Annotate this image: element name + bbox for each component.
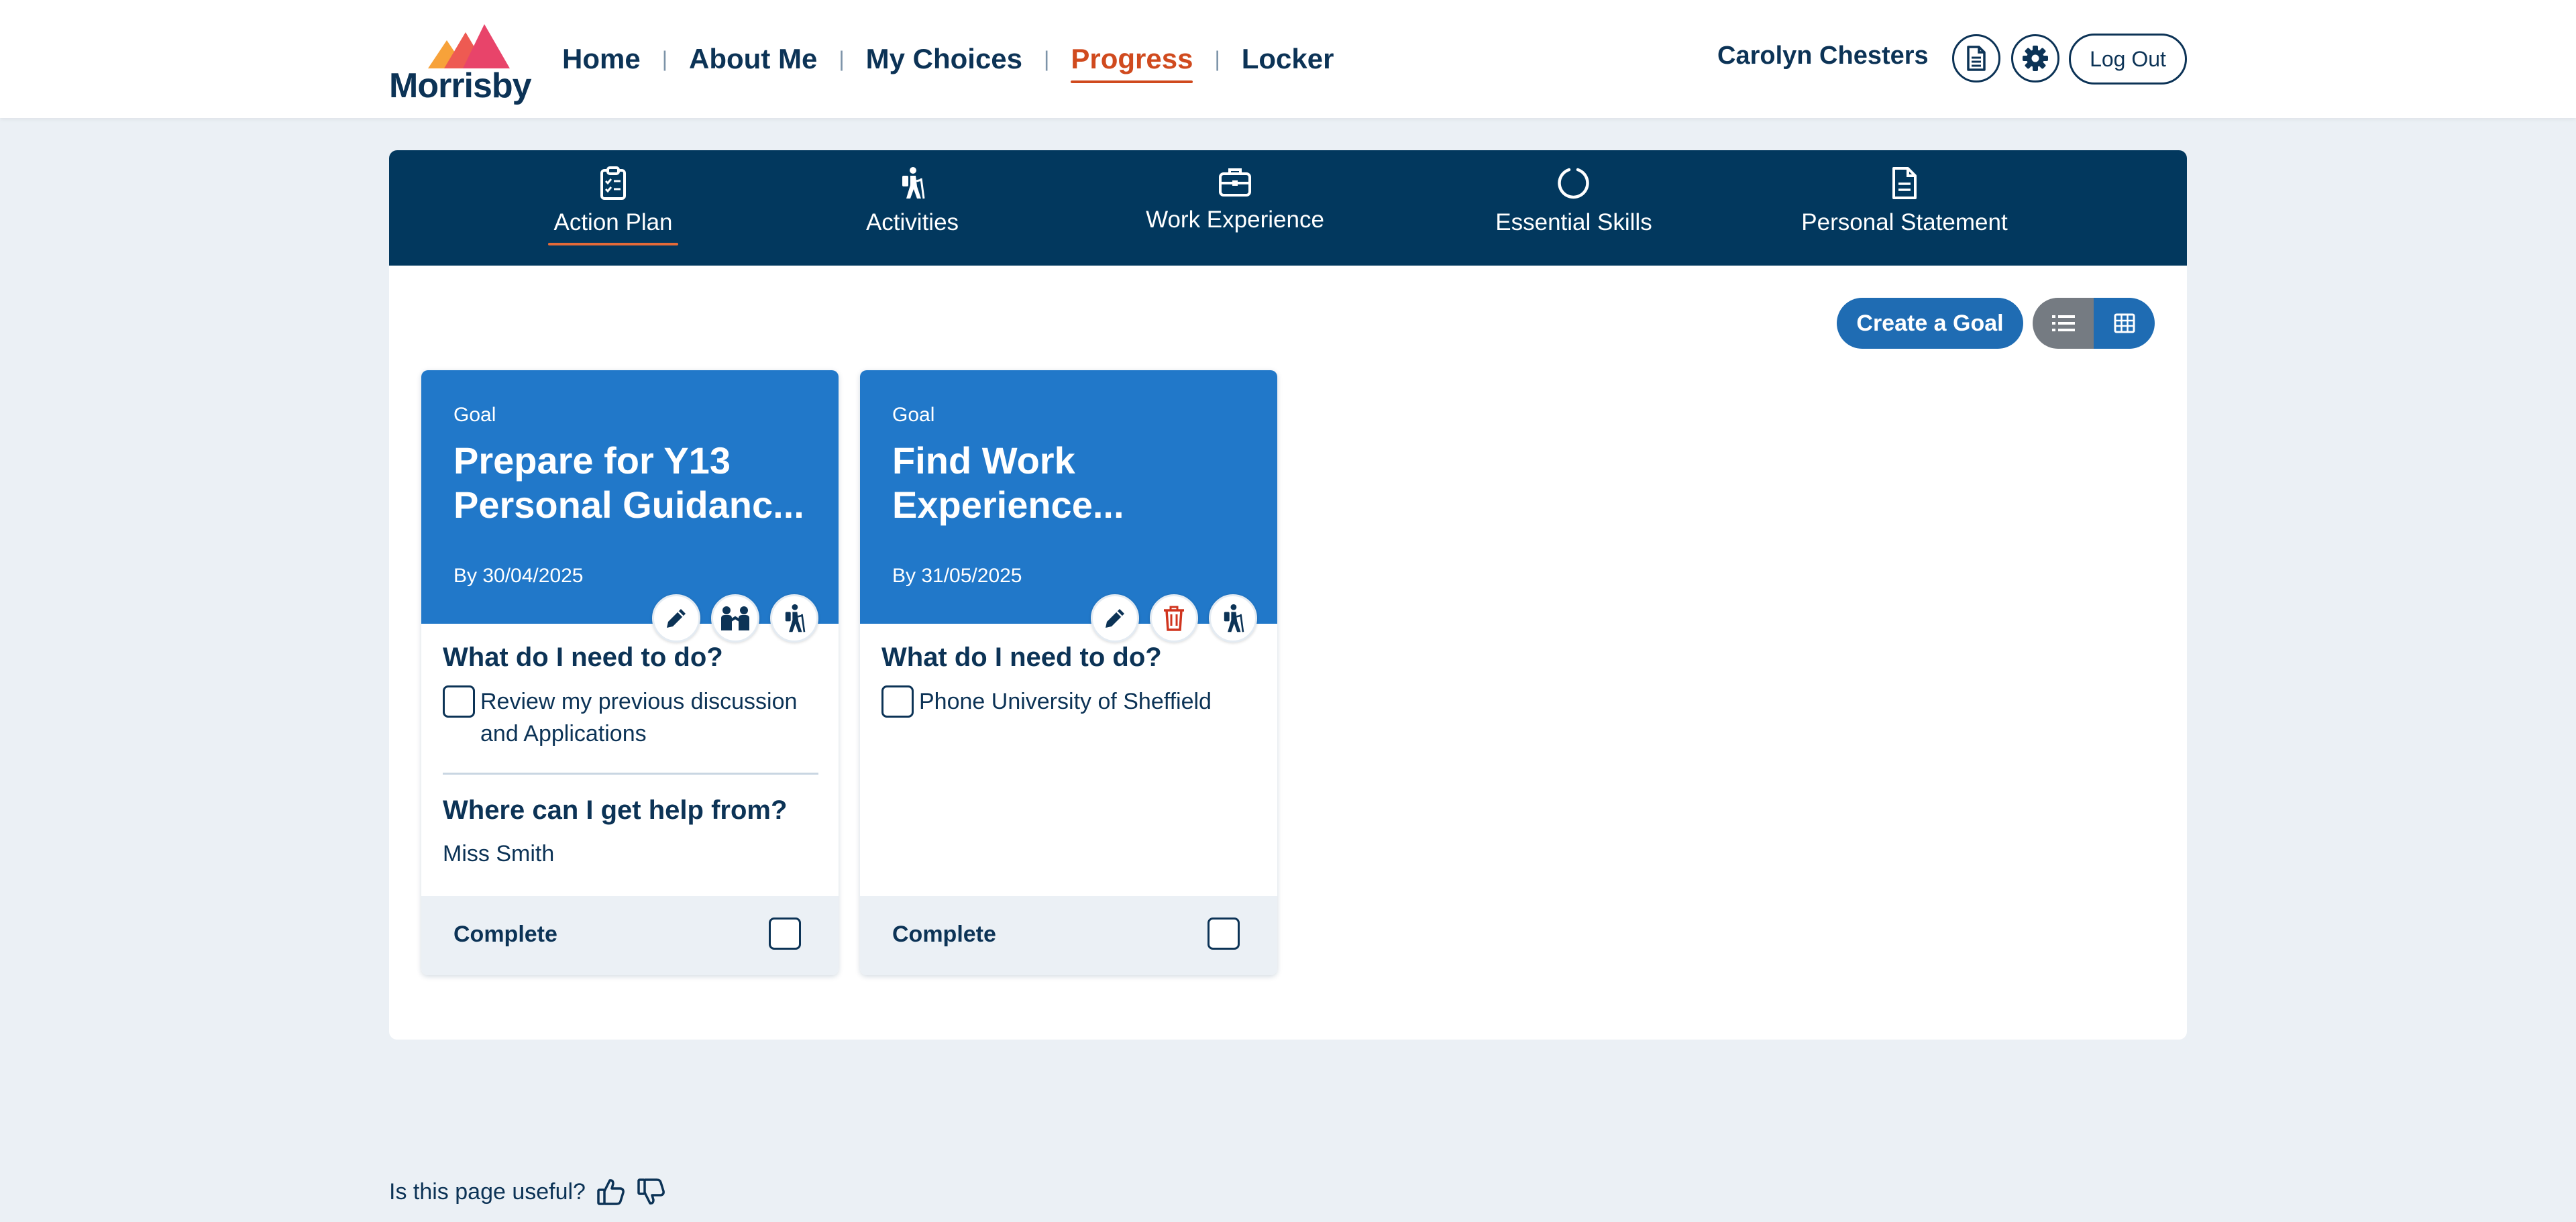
tab-label: Activities — [865, 209, 959, 235]
tab-label: Work Experience — [1146, 207, 1324, 233]
tab-label: Essential Skills — [1495, 209, 1652, 235]
thumbs-up-icon — [597, 1179, 625, 1205]
main-nav: Home | About Me | My Choices | Progress … — [555, 34, 1340, 85]
list-view-button[interactable] — [2033, 298, 2094, 349]
section-title-tasks: What do I need to do? — [443, 643, 723, 672]
hiking-person-icon — [1224, 604, 1244, 632]
divider — [443, 773, 818, 775]
goal-card-header: Goal Prepare for Y13 Personal Guidanc...… — [421, 370, 839, 624]
help-contact: Miss Smith — [443, 841, 555, 867]
complete-checkbox[interactable] — [1208, 918, 1240, 950]
edit-goal-button[interactable] — [652, 594, 700, 643]
document-icon — [1892, 167, 1917, 199]
tab-action-plan[interactable]: Action Plan — [553, 166, 673, 260]
tab-essential-skills[interactable]: Essential Skills — [1474, 166, 1673, 260]
goal-due-date: By 31/05/2025 — [892, 565, 1022, 587]
tab-label: Personal Statement — [1801, 209, 2008, 235]
tab-personal-statement[interactable]: Personal Statement — [1796, 166, 2012, 260]
documents-button[interactable] — [1952, 34, 2000, 82]
task-item: Review my previous discussion and Applic… — [443, 685, 818, 750]
share-goal-button[interactable] — [711, 594, 759, 643]
goal-activity-button[interactable] — [770, 594, 818, 643]
goal-card-actions — [652, 594, 818, 643]
goal-title: Find Work Experience... — [892, 439, 1124, 526]
nav-separator: | — [1044, 46, 1050, 71]
delete-goal-button[interactable] — [1150, 594, 1198, 643]
nav-progress[interactable]: Progress — [1064, 39, 1199, 83]
goal-card-actions — [1091, 594, 1257, 643]
tab-activities[interactable]: Activities — [863, 166, 962, 260]
goal-card-footer: Complete — [860, 896, 1277, 975]
goal-kind-label: Goal — [892, 404, 935, 426]
task-checkbox[interactable] — [881, 685, 914, 718]
trash-icon — [1164, 606, 1184, 631]
nav-locker[interactable]: Locker — [1235, 39, 1341, 79]
grid-icon — [2114, 313, 2135, 333]
goal-card-header: Goal Find Work Experience... By 31/05/20… — [860, 370, 1277, 624]
gear-icon — [2023, 46, 2048, 71]
clipboard-list-icon — [600, 166, 626, 200]
document-icon — [1967, 46, 1986, 71]
complete-checkbox[interactable] — [769, 918, 801, 950]
progress-subnav: Action Plan Activities Work Experience E… — [389, 150, 2187, 266]
goal-activity-button[interactable] — [1209, 594, 1257, 643]
nav-about-me[interactable]: About Me — [682, 39, 824, 79]
goal-kind-label: Goal — [453, 404, 496, 426]
thumbs-up-button[interactable] — [596, 1178, 626, 1206]
task-item: Phone University of Sheffield — [881, 685, 1257, 718]
goal-title: Prepare for Y13 Personal Guidanc... — [453, 439, 804, 526]
nav-home[interactable]: Home — [555, 39, 647, 79]
feedback-question: Is this page useful? — [389, 1178, 586, 1205]
nav-separator: | — [839, 46, 845, 71]
tab-label: Action Plan — [553, 209, 672, 245]
section-title-help: Where can I get help from? — [443, 795, 788, 825]
thumbs-down-button[interactable] — [637, 1178, 666, 1206]
nav-separator: | — [661, 46, 668, 71]
hiking-person-icon — [902, 167, 925, 199]
task-text: Review my previous discussion and Applic… — [480, 689, 798, 746]
progress-panel: Action Plan Activities Work Experience E… — [389, 150, 2187, 1040]
circle-notch-icon — [1558, 168, 1589, 199]
thumbs-down-icon — [637, 1178, 665, 1205]
grid-view-button[interactable] — [2094, 298, 2155, 349]
morrisby-logo[interactable]: Morrisby — [389, 19, 532, 105]
pencil-icon — [1106, 609, 1124, 628]
hiking-person-icon — [785, 604, 806, 632]
edit-goal-button[interactable] — [1091, 594, 1139, 643]
complete-label: Complete — [453, 922, 557, 947]
settings-button[interactable] — [2011, 34, 2059, 82]
task-checkbox[interactable] — [443, 685, 475, 718]
goal-due-date: By 30/04/2025 — [453, 565, 584, 587]
page-feedback: Is this page useful? — [389, 1178, 666, 1206]
view-toggle — [2033, 298, 2155, 349]
task-text: Phone University of Sheffield — [919, 689, 1212, 714]
section-title-tasks: What do I need to do? — [881, 643, 1162, 672]
briefcase-icon — [1219, 168, 1251, 197]
nav-separator: | — [1214, 46, 1220, 71]
user-name: Carolyn Chesters — [1717, 42, 1929, 70]
people-icon — [721, 606, 749, 630]
logo-wordmark: Morrisby — [389, 66, 532, 105]
goal-card: Goal Find Work Experience... By 31/05/20… — [860, 370, 1277, 975]
goal-card-footer: Complete — [421, 896, 839, 975]
list-icon — [2051, 315, 2075, 331]
goal-card: Goal Prepare for Y13 Personal Guidanc...… — [421, 370, 839, 975]
create-goal-button[interactable]: Create a Goal — [1837, 298, 2023, 349]
nav-my-choices[interactable]: My Choices — [859, 39, 1029, 79]
top-header: Morrisby Home | About Me | My Choices | … — [0, 0, 2576, 118]
pencil-icon — [667, 609, 686, 628]
logo-mark-icon — [428, 24, 510, 68]
logout-button[interactable]: Log Out — [2069, 34, 2187, 85]
tab-work-experience[interactable]: Work Experience — [1123, 166, 1347, 260]
complete-label: Complete — [892, 922, 996, 947]
